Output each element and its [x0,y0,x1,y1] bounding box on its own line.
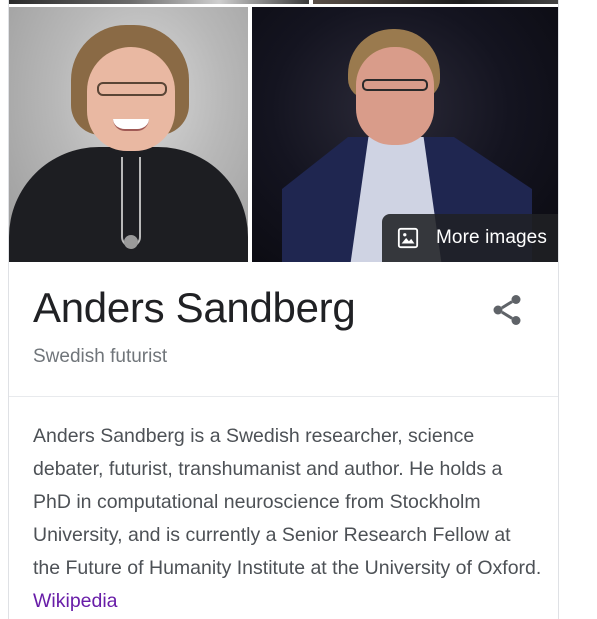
description-text: Anders Sandberg is a Swedish researcher,… [33,425,542,579]
entity-description: Anders Sandberg is a Swedish researcher,… [33,420,543,618]
more-images-button[interactable]: More images [382,214,558,262]
entity-subtitle: Swedish futurist [33,346,168,367]
portrait-necklace [121,157,141,247]
wikipedia-link[interactable]: Wikipedia [33,590,118,612]
entity-header: Anders Sandberg Swedish futurist [9,262,558,397]
image-gallery: More images [9,7,558,262]
entity-title: Anders Sandberg [33,284,356,331]
portrait-pendant [124,235,138,249]
thumbnail-image[interactable] [313,0,558,4]
portrait-glasses [97,82,167,96]
portrait-face [356,47,434,145]
portrait-image-2[interactable]: More images [252,7,558,262]
image-icon [397,227,419,249]
share-icon[interactable] [489,292,525,328]
thumbnail-image[interactable] [9,0,309,4]
portrait-glasses [362,79,428,91]
portrait-image-1[interactable] [9,7,248,262]
more-images-label: More images [436,227,547,248]
knowledge-panel: More images Anders Sandberg Swedish futu… [8,0,559,619]
portrait-face [87,47,175,151]
image-strip-top [9,0,558,5]
